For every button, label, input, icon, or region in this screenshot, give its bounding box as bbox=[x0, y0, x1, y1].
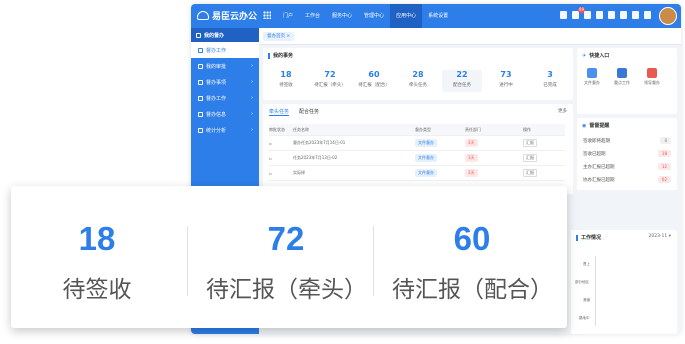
sidebar-item-stats[interactable]: 统计分析 › bbox=[191, 122, 259, 138]
topnav-item[interactable]: 门户 bbox=[277, 4, 299, 28]
grid-icon bbox=[196, 32, 201, 38]
toolbar-icons: 99 bbox=[560, 7, 651, 19]
app-logo[interactable]: 易臣云办公 bbox=[197, 9, 257, 22]
chevron-right-icon: › bbox=[251, 63, 253, 69]
tab-assist-tasks[interactable]: 配合任务 bbox=[299, 108, 319, 116]
file-icon bbox=[587, 68, 597, 78]
tab-strip: 督办首页 × bbox=[259, 28, 681, 45]
sidebar-item-matters[interactable]: 督办事项 › bbox=[191, 74, 259, 90]
report-button[interactable]: 汇报 bbox=[523, 154, 537, 162]
zoom-callout: 18 待签收 72 待汇报（牵头） 60 待汇报（配合） bbox=[11, 186, 567, 328]
stat-item[interactable]: 72 待汇报（牵头） bbox=[310, 70, 350, 88]
todo-card: 我的事务 18 待签收 72 待汇报（牵头） 60 待汇报（配合） 28 牵头任务 22… bbox=[263, 48, 573, 100]
stat-item[interactable]: 60 待汇报（配合） bbox=[354, 70, 394, 88]
sidebar-item-approval[interactable]: 我的审批 › bbox=[191, 58, 259, 74]
quick-item[interactable]: 重点工作 bbox=[611, 68, 633, 86]
status-icon: ▫ bbox=[269, 170, 272, 176]
rocket-icon: ✈ bbox=[582, 52, 587, 59]
folder-icon bbox=[198, 95, 203, 101]
avatar[interactable] bbox=[659, 7, 677, 25]
stat-item[interactable]: 22 配合任务 bbox=[442, 70, 482, 92]
diamond-icon[interactable] bbox=[584, 11, 591, 19]
topnav-item-active[interactable]: 应用中心 bbox=[390, 4, 423, 28]
search-icon[interactable] bbox=[560, 11, 567, 19]
quick-entry-card: ✈ 快捷入口 文件督办 重点工作 领导督办 bbox=[577, 48, 677, 114]
sidebar-item-supervise[interactable]: 督办工作 › bbox=[191, 90, 259, 106]
help-icon[interactable] bbox=[596, 11, 603, 19]
check-icon bbox=[198, 63, 203, 69]
stat-item[interactable]: 18 待签收 bbox=[266, 70, 306, 88]
status-icon: ▫ bbox=[269, 155, 272, 161]
reminder-row[interactable]: 协办汇报已超期 62 bbox=[583, 176, 671, 183]
zoom-stat-item[interactable]: 60 待汇报（配合） bbox=[392, 220, 553, 304]
sidebar-item-work[interactable]: 督办工作 bbox=[191, 42, 259, 58]
topnav-item[interactable]: 工作台 bbox=[299, 4, 326, 28]
doc-icon bbox=[617, 68, 627, 78]
org-icon[interactable] bbox=[632, 11, 639, 19]
title-bar bbox=[576, 234, 578, 241]
chevron-right-icon: › bbox=[251, 79, 253, 85]
top-bar: 易臣云办公 门户 工作台 服务中心 管理中心 应用中心 系统设置 99 bbox=[191, 4, 681, 28]
bell-icon: ◉ bbox=[582, 122, 587, 129]
reminder-card: ◉ 督督提醒 签收即将超期 8 签收已超期 18 主办汇报已超期 12 协办汇报已超期 6… bbox=[577, 118, 677, 190]
status-icon: ▫ bbox=[269, 140, 272, 146]
doc-icon bbox=[198, 47, 203, 53]
tasks-table: 审批状态 任务名称 督办类型 责任部门 操作 ▫ 督办任务2023年7月14日-… bbox=[269, 124, 565, 181]
chart-axis bbox=[595, 256, 596, 326]
work-status-card: 工作情况 2023-11 ▾ 督上 部分地区 港钢 路地中 bbox=[571, 230, 677, 334]
stat-item[interactable]: 73 进行中 bbox=[486, 70, 526, 88]
tab-home[interactable]: 督办首页 × bbox=[263, 32, 295, 41]
table-row[interactable]: ▫ 督办任务2023年7月14日-01 文件督办 3天 汇报 bbox=[269, 136, 565, 151]
report-button[interactable]: 汇报 bbox=[523, 169, 537, 177]
reminder-row[interactable]: 签收已超期 18 bbox=[583, 150, 671, 157]
sidebar-item-info[interactable]: 督办信息 › bbox=[191, 106, 259, 122]
app-title: 易臣云办公 bbox=[212, 12, 258, 22]
reminder-row[interactable]: 签收即将超期 8 bbox=[583, 137, 671, 144]
top-nav: 门户 工作台 服务中心 管理中心 应用中心 系统设置 bbox=[277, 4, 454, 28]
quick-item[interactable]: 领导督办 bbox=[641, 68, 663, 86]
sidebar-header[interactable]: 我的督办 bbox=[191, 28, 259, 42]
stat-item[interactable]: 3 已完成 bbox=[530, 70, 570, 88]
table-header: 审批状态 任务名称 督办类型 责任部门 操作 bbox=[269, 124, 565, 136]
chart-icon bbox=[198, 127, 203, 133]
chevron-right-icon: › bbox=[251, 111, 253, 117]
divider bbox=[187, 226, 188, 296]
zoom-stat-item[interactable]: 18 待签收 bbox=[17, 220, 177, 304]
topnav-item[interactable]: 服务中心 bbox=[326, 4, 358, 28]
topnav-item[interactable]: 管理中心 bbox=[358, 4, 390, 28]
chevron-right-icon: › bbox=[251, 95, 253, 101]
cloud-icon bbox=[197, 11, 209, 20]
quick-item[interactable]: 文件督办 bbox=[581, 68, 603, 86]
todo-title: 我的事务 bbox=[273, 53, 294, 59]
stat-item[interactable]: 28 牵头任务 bbox=[398, 70, 438, 88]
list-icon bbox=[198, 79, 203, 85]
topnav-item[interactable]: 系统设置 bbox=[422, 4, 454, 28]
more-link[interactable]: 更多 bbox=[558, 108, 567, 114]
tab-lead-tasks[interactable]: 牵头任务 bbox=[269, 108, 290, 116]
report-button[interactable]: 汇报 bbox=[523, 139, 537, 147]
zoom-stat-item[interactable]: 72 待汇报（牵头） bbox=[206, 220, 367, 304]
table-row[interactable]: ▫ 实际掉 文件督办 3天 汇报 bbox=[269, 166, 565, 181]
reminder-row[interactable]: 主办汇报已超期 12 bbox=[583, 163, 671, 170]
info-icon bbox=[198, 111, 203, 117]
doc-icon[interactable] bbox=[608, 11, 615, 19]
task-tabs: 牵头任务 配合任务 bbox=[269, 108, 319, 116]
tasks-card: 牵头任务 配合任务 更多 审批状态 任务名称 督办类型 责任部门 操作 ▫ 督办… bbox=[263, 104, 573, 194]
table-row[interactable]: ▫ 任务2023年7月13日-02 文件督办 3天 汇报 bbox=[269, 151, 565, 166]
list-icon[interactable] bbox=[620, 11, 627, 19]
period-select[interactable]: 2023-11 ▾ bbox=[648, 234, 671, 239]
divider bbox=[373, 226, 374, 296]
chevron-right-icon: › bbox=[251, 127, 253, 133]
bell-icon[interactable]: 99 bbox=[572, 7, 585, 19]
title-bar bbox=[268, 52, 270, 59]
briefcase-icon bbox=[647, 68, 657, 78]
apps-grid-icon[interactable] bbox=[263, 11, 271, 19]
gear-icon[interactable] bbox=[644, 11, 651, 19]
